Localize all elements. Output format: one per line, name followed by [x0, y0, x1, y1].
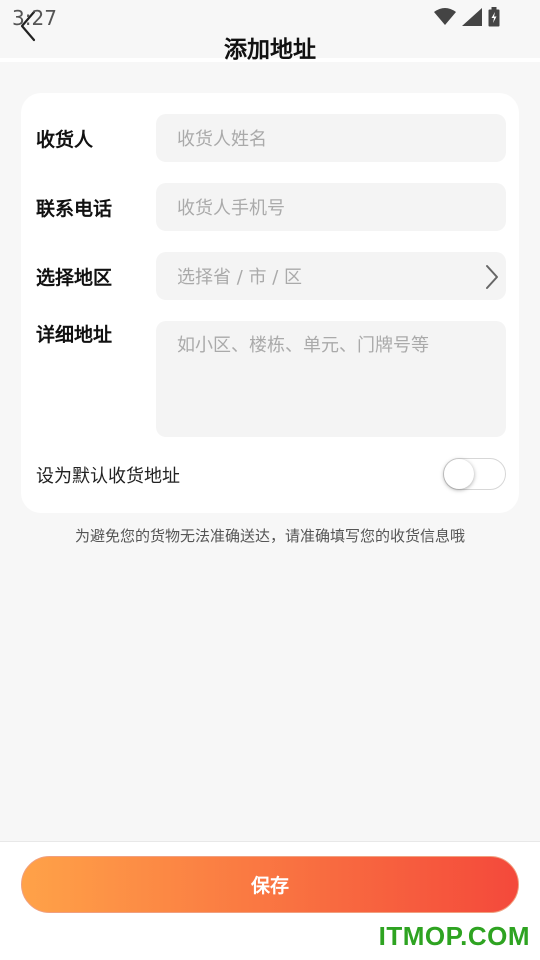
default-address-label: 设为默认收货地址 [36, 466, 180, 487]
address-form: 收货人 收货人姓名 联系电话 收货人手机号 选择地区 选择省 / 市 / 区 详… [21, 93, 519, 513]
status-bar: 3:27 [0, 0, 540, 36]
recipient-name-placeholder: 收货人姓名 [177, 129, 267, 150]
region-label: 选择地区 [36, 267, 113, 289]
save-button[interactable]: 保存 [21, 856, 519, 913]
phone-input[interactable]: 收货人手机号 [156, 183, 506, 231]
phone-placeholder: 收货人手机号 [177, 198, 285, 219]
region-select[interactable]: 选择省 / 市 / 区 [156, 252, 506, 300]
detail-address-placeholder: 如小区、楼栋、单元、门牌号等 [177, 335, 429, 356]
wifi-icon [434, 8, 456, 25]
chevron-right-icon [486, 265, 498, 289]
toggle-knob [444, 459, 474, 489]
status-time: 3:27 [12, 6, 57, 30]
default-address-toggle[interactable] [443, 458, 506, 490]
status-icons [434, 7, 500, 27]
battery-icon [488, 7, 500, 27]
phone-label: 联系电话 [36, 198, 113, 220]
recipient-label: 收货人 [36, 129, 94, 151]
hint-text: 为避免您的货物无法准确送达，请准确填写您的收货信息哦 [74, 527, 465, 545]
region-placeholder: 选择省 / 市 / 区 [177, 267, 303, 288]
signal-icon [462, 8, 482, 26]
detail-address-label: 详细地址 [36, 324, 113, 346]
watermark: ITMOP.COM [378, 921, 530, 951]
detail-address-textarea[interactable]: 如小区、楼栋、单元、门牌号等 [156, 321, 506, 437]
recipient-name-input[interactable]: 收货人姓名 [156, 114, 506, 162]
